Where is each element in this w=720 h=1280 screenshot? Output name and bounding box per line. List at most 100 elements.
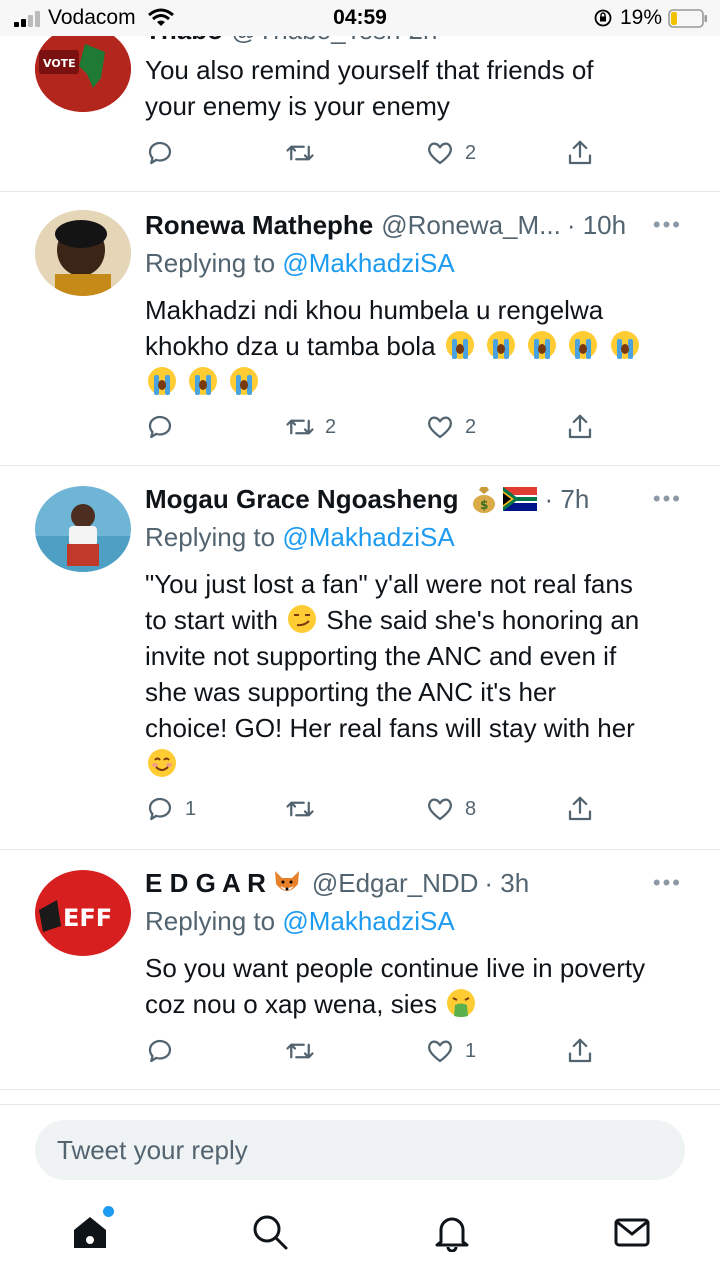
tweet-text-line: "You just lost a fan" y'all were not rea… <box>145 569 633 599</box>
like-button[interactable]: 2 <box>425 136 476 170</box>
like-button[interactable]: 8 <box>425 792 476 826</box>
like-button[interactable]: 2 <box>425 410 476 444</box>
retweet-button[interactable] <box>285 136 325 170</box>
reply-button[interactable] <box>145 136 185 170</box>
share-icon <box>568 140 592 165</box>
tweet-header: Mogau Grace Ngoasheng $ · 7h <box>145 482 690 516</box>
tweet-text-line: choice! GO! Her real fans will stay with… <box>145 713 635 743</box>
tweet-text-line: You also remind yourself that friends of <box>145 55 594 85</box>
tweet-time: · 7h <box>544 483 590 514</box>
avatar[interactable]: VOTE <box>35 26 131 112</box>
tweet-text: "You just lost a fan" y'all were not rea… <box>145 566 690 782</box>
tweet-text-line: she was supporting the ANC it's her <box>145 677 557 707</box>
reply-icon <box>148 415 172 439</box>
avatar[interactable] <box>35 210 131 296</box>
battery-icon <box>668 9 707 28</box>
heart-icon <box>427 1040 453 1063</box>
reply-input[interactable]: Tweet your reply <box>35 1120 685 1180</box>
more-options-button[interactable]: ••• <box>653 870 682 896</box>
retweet-icon <box>286 145 314 161</box>
retweet-count: 2 <box>325 415 337 438</box>
tab-search[interactable] <box>250 1212 294 1256</box>
tweet-text-line: coz nou o xap wena, sies <box>145 989 437 1019</box>
share-button[interactable] <box>565 136 595 170</box>
author-name[interactable]: E D G A R <box>145 868 266 899</box>
mention-link[interactable]: @MakhadziSA <box>282 522 454 552</box>
reply-placeholder: Tweet your reply <box>57 1134 248 1165</box>
south-africa-flag-icon <box>502 487 537 511</box>
retweet-button[interactable]: 2 <box>285 410 336 444</box>
money-bag-icon: $ <box>472 487 495 513</box>
author-name[interactable]: Mogau Grace Ngoasheng <box>145 484 459 515</box>
svg-text:$: $ <box>480 498 488 512</box>
heart-icon <box>427 142 453 165</box>
crying-emoji-icon <box>487 331 516 359</box>
retweet-icon <box>286 1043 314 1059</box>
status-bar: Vodacom 04:59 19% <box>0 0 720 36</box>
bell-icon <box>435 1217 469 1253</box>
tweet-time: · 3h <box>484 867 530 898</box>
share-button[interactable] <box>565 1034 595 1068</box>
clock: 04:59 <box>333 6 387 29</box>
tweet-text-line: invite not supporting the ANC and even i… <box>145 641 617 671</box>
like-count: 8 <box>465 797 477 820</box>
like-count: 2 <box>465 141 477 164</box>
tweet[interactable]: EFF E D G A R @Edgar_NDD · 3h ••• Replyi… <box>0 850 720 1090</box>
replying-to-label: Replying to <box>145 522 276 552</box>
mention-link[interactable]: @MakhadziSA <box>282 248 454 278</box>
mention-link[interactable]: @MakhadziSA <box>282 906 454 936</box>
like-count: 1 <box>465 1039 477 1062</box>
fox-face-icon <box>274 871 299 891</box>
tab-messages[interactable] <box>612 1212 656 1256</box>
author-handle[interactable]: @Ronewa_M... <box>381 210 561 241</box>
reply-button[interactable]: 1 <box>145 792 196 826</box>
avatar[interactable] <box>35 486 131 572</box>
tweet-actions: 2 2 <box>145 410 615 444</box>
smirking-face-icon <box>288 605 317 633</box>
reply-button[interactable] <box>145 1034 185 1068</box>
retweet-button[interactable] <box>285 792 325 826</box>
heart-icon <box>427 798 453 821</box>
replying-to-label: Replying to <box>145 248 276 278</box>
avatar-eff-label: EFF <box>63 904 112 932</box>
tab-home[interactable] <box>70 1206 114 1256</box>
heart-icon <box>427 416 453 439</box>
tweet-actions: 2 <box>145 136 615 170</box>
tweet-text-line: Makhadzi ndi khou humbela u rengelwa <box>145 295 604 325</box>
author-handle[interactable]: @Edgar_NDD <box>312 868 479 899</box>
more-options-button[interactable]: ••• <box>653 486 682 512</box>
reply-button[interactable] <box>145 410 185 444</box>
tweet-actions: 1 <box>145 1034 615 1068</box>
vomiting-face-icon <box>447 989 476 1017</box>
crying-emoji-icon <box>445 331 474 359</box>
tweet-text: Makhadzi ndi khou humbela u rengelwa kho… <box>145 292 690 400</box>
author-name[interactable]: Ronewa Mathephe <box>145 210 373 241</box>
crying-emoji-icon <box>189 367 218 395</box>
tweet-header: Ronewa Mathephe @Ronewa_M... · 10h <box>145 208 690 242</box>
share-button[interactable] <box>565 410 595 444</box>
share-icon <box>568 414 592 439</box>
retweet-icon <box>286 419 314 435</box>
crying-emoji-icon <box>148 367 176 395</box>
replying-to: Replying to @MakhadziSA <box>145 248 455 279</box>
avatar[interactable]: EFF <box>35 870 131 956</box>
like-button[interactable]: 1 <box>425 1034 476 1068</box>
share-icon <box>568 1038 592 1063</box>
more-options-button[interactable]: ••• <box>653 212 682 238</box>
crying-emoji-icon <box>610 331 639 359</box>
home-icon <box>74 1217 106 1248</box>
tweet[interactable]: Ronewa Mathephe @Ronewa_M... · 10h ••• R… <box>0 192 720 466</box>
tweet-header: E D G A R @Edgar_NDD · 3h <box>145 866 690 900</box>
like-count: 2 <box>465 415 477 438</box>
divider <box>0 1104 720 1105</box>
tweet-text-line: She said she's honoring an <box>326 605 640 635</box>
retweet-button[interactable] <box>285 1034 325 1068</box>
tab-notifications[interactable] <box>432 1212 476 1256</box>
reply-count: 1 <box>185 797 197 820</box>
replying-to-label: Replying to <box>145 906 276 936</box>
tweet-text-line: So you want people continue live in pove… <box>145 953 646 983</box>
tweet[interactable]: Mogau Grace Ngoasheng $ · 7h ••• Replyin… <box>0 466 720 850</box>
tweet-text-line: khokho dza u tamba bola <box>145 331 436 361</box>
replying-to: Replying to @MakhadziSA <box>145 522 455 553</box>
share-button[interactable] <box>565 792 595 826</box>
